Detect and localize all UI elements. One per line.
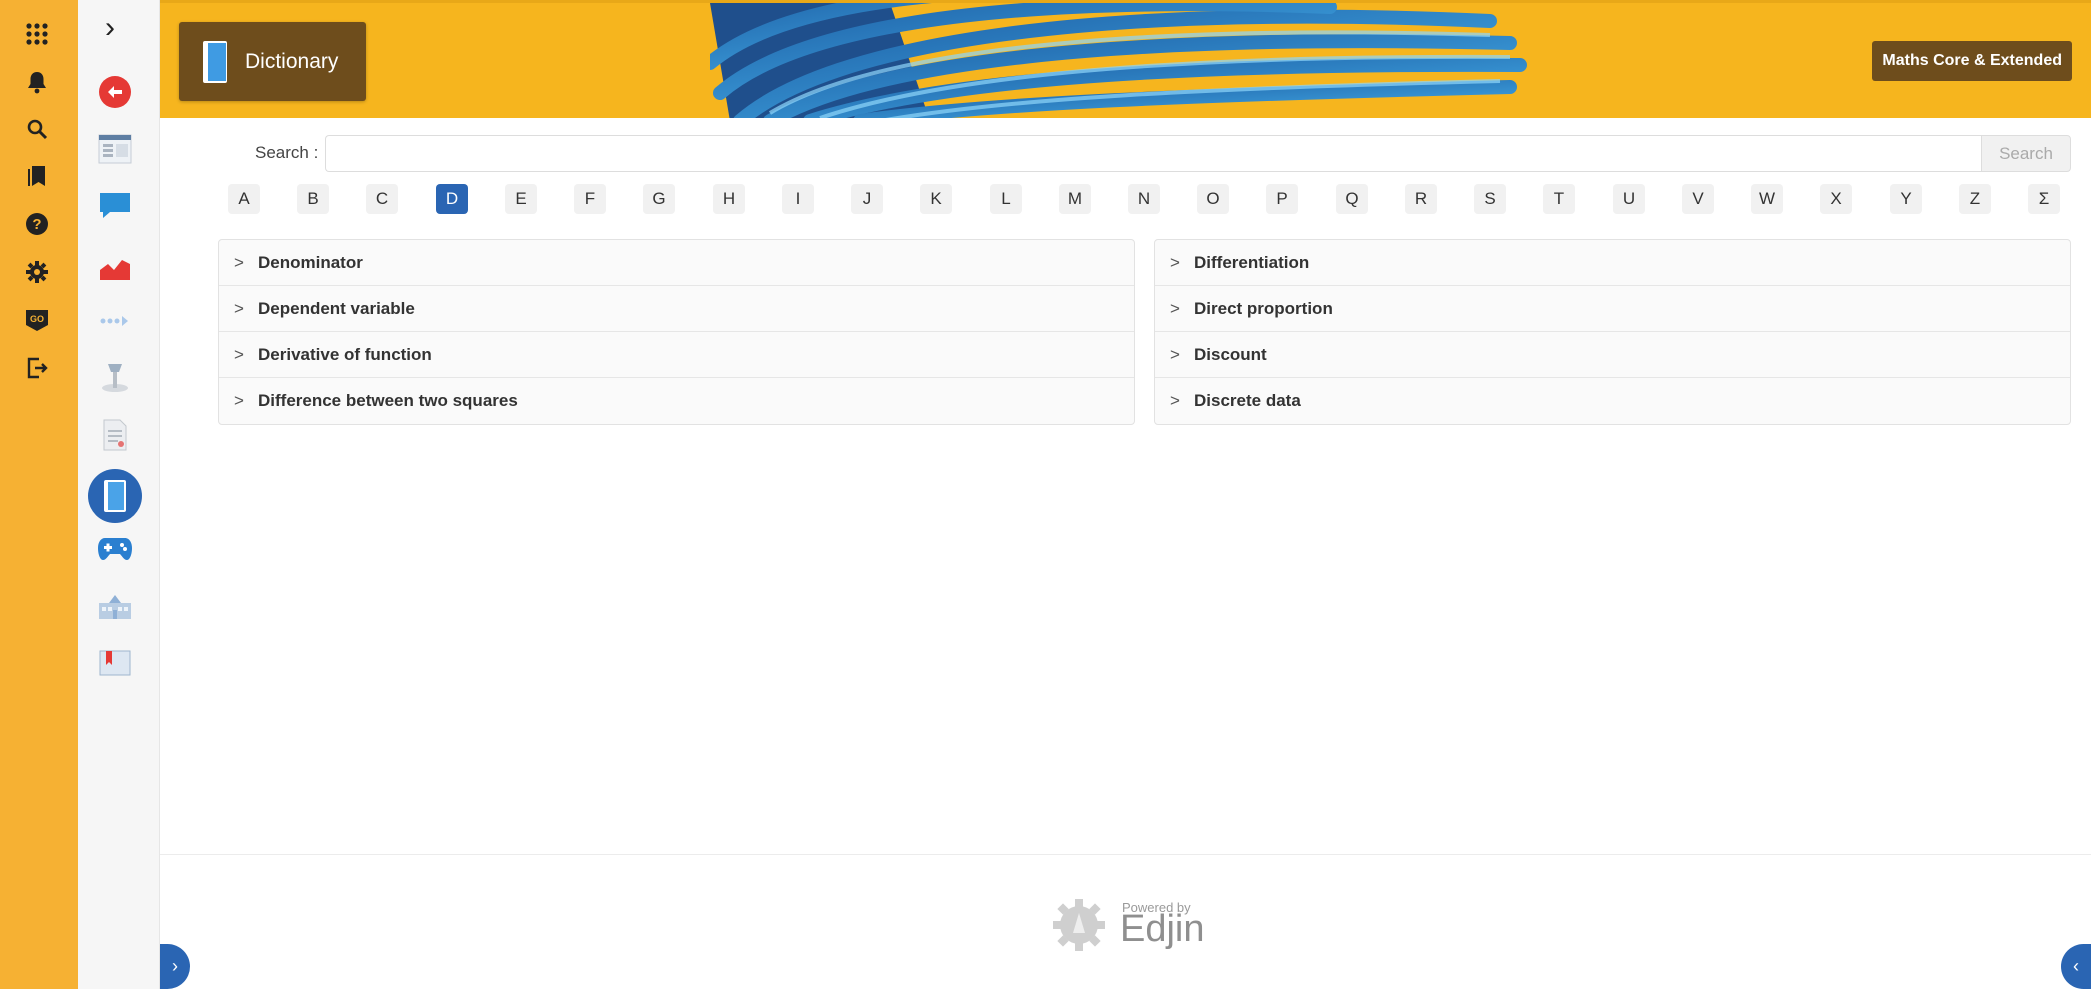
sidebar-expand-button[interactable]: ›: [98, 8, 122, 48]
chevron-right-icon: >: [234, 344, 244, 364]
term-item[interactable]: > Direct proportion: [1155, 286, 2070, 332]
letter-filter-f[interactable]: F: [574, 184, 606, 214]
search-button[interactable]: Search: [1981, 135, 2071, 172]
letter-filter-n[interactable]: N: [1128, 184, 1160, 214]
svg-text:?: ?: [32, 216, 41, 233]
page-title: Dictionary: [245, 49, 339, 73]
dictionary-book-icon[interactable]: [88, 469, 142, 523]
letter-filter-m[interactable]: M: [1059, 184, 1091, 214]
lamp-icon[interactable]: [92, 354, 138, 400]
letter-filter-q[interactable]: Q: [1336, 184, 1368, 214]
letter-filter-sigma[interactable]: Σ: [2028, 184, 2060, 214]
school-building-icon[interactable]: [92, 584, 138, 630]
bookmark-book-icon[interactable]: [92, 640, 138, 686]
area-chart-icon[interactable]: [92, 244, 138, 290]
term-item[interactable]: > Differentiation: [1155, 240, 2070, 286]
letter-filter-z[interactable]: Z: [1959, 184, 1991, 214]
search-icon[interactable]: [21, 113, 53, 145]
letter-filter-b[interactable]: B: [297, 184, 329, 214]
help-icon[interactable]: ?: [21, 208, 53, 240]
search-input[interactable]: [325, 135, 1981, 172]
svg-text:GO: GO: [30, 314, 44, 324]
letter-filter-l[interactable]: L: [990, 184, 1022, 214]
term-item[interactable]: > Discount: [1155, 332, 2070, 378]
letter-filter-u[interactable]: U: [1613, 184, 1645, 214]
letter-filter-c[interactable]: C: [366, 184, 398, 214]
chevron-right-icon: >: [234, 391, 244, 410]
letter-filter-g[interactable]: G: [643, 184, 675, 214]
letter-filter-d[interactable]: D: [436, 184, 468, 214]
browser-window-icon[interactable]: [92, 126, 138, 172]
left-panel-toggle-button[interactable]: ›: [160, 944, 190, 989]
terms-panel-right: > Differentiation > Direct proportion > Dis…: [1154, 239, 2071, 425]
search-label: Search :: [255, 143, 319, 162]
letter-filter-bar: ABCDEFGHIJKLMNOPQRSTUVWXYZΣ: [228, 184, 2060, 214]
logout-icon[interactable]: [21, 352, 53, 384]
notification-bell-icon[interactable]: [21, 66, 53, 98]
chevron-right-icon: >: [1170, 252, 1180, 272]
footer-divider: [160, 854, 2091, 855]
course-selector-button[interactable]: Maths Core & Extended: [1872, 41, 2072, 81]
dictionary-app: ? GO › Dictionary Maths Core & Extended …: [0, 0, 2091, 989]
chat-bubble-icon[interactable]: [92, 182, 138, 228]
apps-grid-icon[interactable]: [21, 18, 53, 50]
term-item[interactable]: > Dependent variable: [219, 286, 1134, 332]
page-title-badge: Dictionary: [179, 22, 366, 101]
global-rail: ? GO: [0, 0, 78, 989]
banner-spiral-illustration: [710, 3, 1527, 118]
letter-filter-p[interactable]: P: [1266, 184, 1298, 214]
letter-filter-k[interactable]: K: [920, 184, 952, 214]
letter-filter-i[interactable]: I: [782, 184, 814, 214]
letter-filter-e[interactable]: E: [505, 184, 537, 214]
letter-filter-o[interactable]: O: [1197, 184, 1229, 214]
brand-name: Edjin: [1120, 908, 1205, 950]
letter-filter-s[interactable]: S: [1474, 184, 1506, 214]
right-panel-toggle-button[interactable]: ‹: [2061, 944, 2091, 989]
term-item[interactable]: > Difference between two squares: [219, 378, 1134, 424]
letter-filter-v[interactable]: V: [1682, 184, 1714, 214]
letter-filter-t[interactable]: T: [1543, 184, 1575, 214]
letter-filter-h[interactable]: H: [713, 184, 745, 214]
letter-filter-r[interactable]: R: [1405, 184, 1437, 214]
gamepad-icon[interactable]: [92, 526, 138, 572]
back-arrow-icon[interactable]: [92, 69, 138, 115]
settings-gear-icon[interactable]: [21, 256, 53, 288]
chevron-right-icon: >: [234, 252, 244, 272]
letter-filter-a[interactable]: A: [228, 184, 260, 214]
terms-panel-left: > Denominator > Dependent variable > Deriva…: [218, 239, 1135, 425]
dictionary-book-icon: [203, 40, 227, 83]
chevron-right-icon: >: [1170, 298, 1180, 318]
chevron-right-icon: >: [1170, 344, 1180, 364]
term-item[interactable]: > Derivative of function: [219, 332, 1134, 378]
bookmarks-icon[interactable]: [21, 160, 53, 192]
term-item[interactable]: > Discrete data: [1155, 378, 2070, 424]
go-badge-icon[interactable]: GO: [21, 304, 53, 336]
progress-dots-icon[interactable]: [92, 298, 138, 344]
term-item[interactable]: > Denominator: [219, 240, 1134, 286]
chevron-right-icon: >: [1170, 391, 1180, 410]
letter-filter-y[interactable]: Y: [1890, 184, 1922, 214]
edjin-gear-logo-icon: [1053, 899, 1105, 951]
letter-filter-w[interactable]: W: [1751, 184, 1783, 214]
header-banner: Dictionary Maths Core & Extended: [160, 0, 2091, 118]
document-icon[interactable]: [92, 412, 138, 458]
letter-filter-j[interactable]: J: [851, 184, 883, 214]
letter-filter-x[interactable]: X: [1820, 184, 1852, 214]
chevron-right-icon: >: [234, 298, 244, 318]
